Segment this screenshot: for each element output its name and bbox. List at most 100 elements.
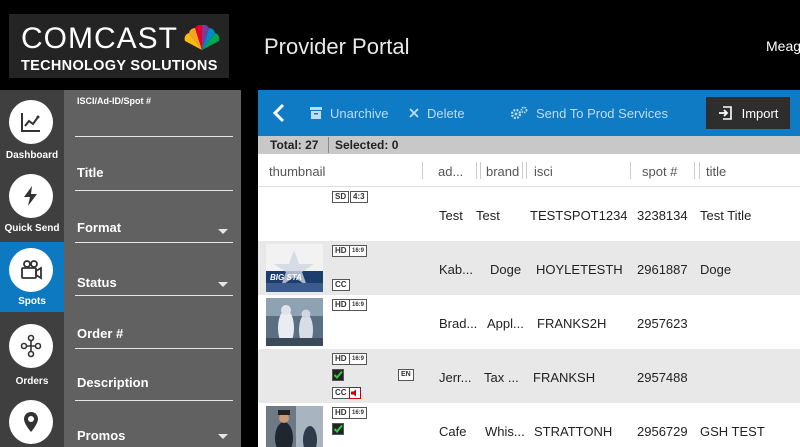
peacock-icon bbox=[184, 25, 220, 50]
hd-badge: HD bbox=[332, 407, 350, 419]
sidebar-item-label: Spots bbox=[18, 296, 46, 307]
unarchive-label: Unarchive bbox=[330, 105, 389, 121]
table-row[interactable]: HD 16:9 Cafe Whis... STRATTONH 2956729 G… bbox=[258, 403, 800, 447]
audio-description-icon bbox=[349, 387, 361, 399]
title-filter-label[interactable]: Title bbox=[77, 165, 104, 180]
delete-button[interactable]: Delete bbox=[409, 90, 465, 136]
isci-filter-label: ISCI/Ad-ID/Spot # bbox=[77, 96, 151, 106]
sidebar-item-orders[interactable]: Orders bbox=[0, 312, 64, 387]
hd-badge: HD bbox=[332, 245, 350, 257]
column-header-title[interactable]: title bbox=[706, 164, 726, 179]
format-filter-label[interactable]: Format bbox=[77, 220, 121, 235]
spot-cell: 2957623 bbox=[637, 316, 688, 331]
spot-cell: 2956729 bbox=[637, 424, 688, 439]
advertiser-cell: Jerr... bbox=[439, 370, 472, 385]
aspect-ratio-badge: 16:9 bbox=[349, 245, 368, 257]
send-label: Send To Prod Services bbox=[536, 105, 668, 121]
advertiser-cell: Kab... bbox=[439, 262, 473, 277]
column-header-spot[interactable]: spot # bbox=[642, 164, 677, 179]
sidebar-item-label: Quick Send bbox=[4, 223, 60, 234]
brand-cell: Test bbox=[476, 208, 500, 223]
table-row[interactable]: HD 16:9 CC EN Jerr... Tax ... FRANKSH 29… bbox=[258, 349, 800, 403]
sidebar-item-dashboard[interactable]: Dashboard bbox=[0, 90, 64, 161]
approved-check-icon bbox=[332, 423, 344, 435]
spots-table: thumbnail ad... brand isci spot # title … bbox=[258, 154, 800, 447]
description-filter-label[interactable]: Description bbox=[77, 375, 149, 390]
thumbnail-image[interactable]: BIG STA bbox=[266, 244, 323, 292]
sidebar-item-quick-send[interactable]: Quick Send bbox=[0, 166, 64, 236]
sidebar-item-label: Orders bbox=[15, 376, 49, 387]
column-divider bbox=[630, 162, 631, 179]
chevron-down-icon[interactable] bbox=[218, 434, 228, 439]
comcast-logo[interactable]: COMCAST TECHNOLOGY SOLUTIONS bbox=[9, 14, 229, 78]
isci-cell: FRANKS2H bbox=[537, 316, 607, 331]
page-title: Provider Portal bbox=[264, 34, 410, 59]
delete-label: Delete bbox=[427, 105, 465, 121]
chart-icon bbox=[9, 100, 53, 144]
advertiser-cell: Brad... bbox=[439, 316, 478, 331]
brand-cell: Doge bbox=[490, 262, 522, 277]
app-header: COMCAST TECHNOLOGY SOLUTIONS Provider Po… bbox=[0, 0, 800, 90]
import-button[interactable]: Import bbox=[706, 97, 790, 129]
language-badge: EN bbox=[398, 369, 414, 381]
column-divider bbox=[694, 162, 695, 179]
column-header-thumbnail[interactable]: thumbnail bbox=[269, 164, 325, 179]
column-divider bbox=[526, 162, 527, 179]
advertiser-cell: Cafe bbox=[439, 424, 467, 439]
approved-check-icon bbox=[332, 369, 344, 381]
send-to-prod-button[interactable]: Send To Prod Services bbox=[510, 90, 668, 136]
thumbnail-image[interactable] bbox=[266, 298, 323, 346]
orders-icon bbox=[9, 324, 53, 368]
status-filter-label[interactable]: Status bbox=[77, 275, 117, 290]
table-row[interactable]: HD 16:9 Brad... Appl... FRANKS2H 2957623 bbox=[258, 295, 800, 349]
table-row[interactable]: BIG STA HD 16:9 CC Kab... Doge HOYLETEST… bbox=[258, 241, 800, 295]
import-icon bbox=[718, 106, 732, 120]
table-row[interactable]: SD 4:3 Test Test TESTSPOT1234 3238134 Te… bbox=[258, 187, 800, 241]
description-filter-input[interactable] bbox=[75, 400, 233, 401]
isci-cell: STRATTONH bbox=[534, 424, 613, 439]
aspect-ratio-badge: 4:3 bbox=[350, 191, 368, 203]
isci-cell: HOYLETESTH bbox=[536, 262, 623, 277]
chevron-down-icon[interactable] bbox=[218, 229, 228, 234]
column-divider bbox=[480, 162, 481, 179]
close-icon bbox=[409, 108, 419, 118]
status-filter-select[interactable] bbox=[75, 295, 233, 296]
column-header-brand[interactable]: brand bbox=[486, 164, 519, 179]
column-divider bbox=[699, 162, 700, 179]
sidebar-nav: Dashboard Quick Send Spots Orders bbox=[0, 90, 64, 447]
order-filter-label[interactable]: Order # bbox=[77, 326, 123, 341]
user-menu[interactable]: Meag bbox=[766, 38, 800, 54]
unarchive-button[interactable]: Unarchive bbox=[310, 90, 389, 136]
sidebar-item-label: Dashboard bbox=[5, 150, 59, 161]
isci-cell: FRANKSH bbox=[533, 370, 596, 385]
brand-cell: Tax ... bbox=[484, 370, 519, 385]
thumbnail-image[interactable] bbox=[266, 406, 323, 447]
column-divider bbox=[476, 162, 477, 179]
aspect-ratio-badge: 16:9 bbox=[349, 353, 368, 365]
cc-badge: CC bbox=[332, 279, 350, 291]
column-header-isci[interactable]: isci bbox=[534, 164, 553, 179]
format-filter-select[interactable] bbox=[75, 242, 233, 243]
title-cell: Doge bbox=[700, 262, 732, 277]
cc-badge: CC bbox=[332, 387, 350, 399]
promos-filter-label[interactable]: Promos bbox=[77, 428, 125, 443]
lightning-icon bbox=[9, 174, 53, 218]
spots-toolbar: Unarchive Delete Send To Prod Services I… bbox=[258, 90, 800, 136]
column-header-advertiser[interactable]: ad... bbox=[438, 164, 463, 179]
chevron-down-icon[interactable] bbox=[218, 282, 228, 287]
sidebar-item-locations[interactable] bbox=[0, 388, 64, 447]
total-count: Total: 27 bbox=[270, 138, 319, 152]
isci-cell: TESTSPOT1234 bbox=[530, 208, 628, 223]
isci-filter-input[interactable] bbox=[75, 136, 233, 137]
selection-status-bar: Total: 27 Selected: 0 bbox=[258, 136, 800, 154]
order-filter-input[interactable] bbox=[75, 348, 233, 349]
column-divider bbox=[422, 162, 423, 179]
title-filter-input[interactable] bbox=[75, 190, 233, 191]
filter-panel: ISCI/Ad-ID/Spot # Title Format Status Or… bbox=[64, 90, 241, 447]
back-arrow-icon[interactable] bbox=[268, 101, 292, 125]
sidebar-item-spots[interactable]: Spots bbox=[0, 242, 64, 312]
sd-badge: SD bbox=[332, 191, 350, 203]
spot-cell: 3238134 bbox=[637, 208, 688, 223]
aspect-ratio-badge: 16:9 bbox=[349, 299, 368, 311]
camera-icon bbox=[9, 248, 53, 292]
